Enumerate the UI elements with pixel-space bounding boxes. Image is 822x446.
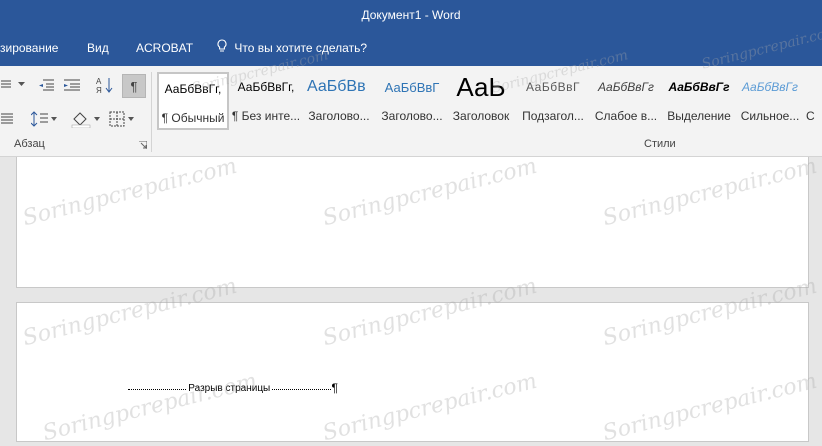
title-bar: Документ1 - Word: [0, 0, 822, 30]
sort-icon[interactable]: AЯ: [94, 74, 116, 96]
style-name: Выделение: [667, 109, 731, 123]
decrease-indent-icon[interactable]: [35, 74, 57, 96]
page-break-marker: Разрыв страницы ¶: [128, 381, 338, 395]
style-sample: АаБбВвГг: [598, 80, 654, 94]
style-sample: АаБбВв: [307, 78, 366, 95]
tab-acrobat[interactable]: ACROBAT: [136, 30, 193, 66]
dropdown-arrow-icon[interactable]: [16, 74, 26, 94]
paragraph-mark: ¶: [331, 381, 338, 395]
page-1[interactable]: [16, 157, 809, 288]
group-divider: [151, 72, 152, 152]
style-heading-1[interactable]: АаБбВв Заголово...: [303, 72, 375, 130]
style-name: Заголово...: [308, 109, 370, 123]
style-name: С: [806, 109, 815, 123]
style-heading-2[interactable]: АаБбВвГ Заголово...: [376, 72, 448, 130]
tell-me-box[interactable]: Что вы хотите сделать?: [216, 30, 367, 67]
style-sample: АаБбВвГ: [526, 80, 580, 94]
svg-text:Я: Я: [96, 86, 102, 94]
show-formatting-marks-button[interactable]: ¶: [122, 74, 146, 98]
line-spacing-partial-icon[interactable]: [0, 74, 14, 94]
style-sample: АаБбВвГг,: [164, 82, 222, 96]
style-sample: АаБбВвГг: [742, 80, 798, 94]
style-name: ¶ Без инте...: [231, 109, 301, 123]
style-name: Подзагол...: [522, 109, 584, 123]
page-2[interactable]: [16, 302, 809, 442]
pilcrow-icon: ¶: [130, 78, 138, 94]
paragraph-group-label: Абзац: [14, 138, 45, 150]
dialog-launcher-icon[interactable]: [138, 140, 148, 150]
style-name: Слабое в...: [594, 109, 658, 123]
svg-text:A: A: [96, 77, 102, 86]
dotted-line: [128, 388, 187, 390]
styles-group-label: Стили: [644, 138, 676, 150]
window-title: Документ1 - Word: [361, 8, 461, 22]
borders-button[interactable]: [108, 108, 136, 130]
increase-indent-icon[interactable]: [61, 74, 83, 96]
style-sample: АаБбВвГ: [384, 80, 440, 95]
style-title[interactable]: АаЬ Заголовок: [449, 72, 513, 130]
tab-review[interactable]: зирование: [0, 30, 58, 66]
style-subtitle[interactable]: АаБбВвГ Подзагол...: [517, 72, 589, 130]
style-emphasis[interactable]: АаБбВвГг Выделение: [663, 72, 735, 130]
dotted-line: [272, 388, 331, 390]
ribbon-tabs: зирование Вид ACROBAT Что вы хотите сдел…: [0, 30, 822, 66]
style-subtle-emphasis[interactable]: АаБбВвГг Слабое в...: [590, 72, 662, 130]
line-spacing-button[interactable]: [30, 108, 58, 130]
style-name: Сильное...: [740, 109, 800, 123]
style-sample: АаБбВвГг,: [237, 80, 295, 94]
style-no-spacing[interactable]: АаБбВвГг, ¶ Без инте...: [230, 72, 302, 130]
style-name: Заголовок: [452, 109, 510, 123]
style-name: ¶ Обычный: [161, 111, 225, 125]
tell-me-placeholder: Что вы хотите сделать?: [234, 41, 367, 55]
style-normal[interactable]: АаБбВвГг, ¶ Обычный: [157, 72, 229, 130]
tab-view[interactable]: Вид: [87, 30, 109, 66]
align-justify-partial-icon[interactable]: [0, 108, 14, 128]
style-sample: АаЬ: [456, 72, 506, 102]
page-break-label: Разрыв страницы: [188, 382, 271, 394]
style-sample: АаБбВвГг: [668, 80, 730, 94]
lightbulb-icon: [216, 31, 228, 67]
style-intense-emphasis[interactable]: АаБбВвГг Сильное...: [736, 72, 804, 130]
ribbon: AЯ ¶ Абзац АаБбВвГг, ¶ Обычный АаБбВвГг,…: [0, 66, 822, 157]
shading-button[interactable]: [70, 108, 102, 130]
style-strong[interactable]: С: [806, 72, 822, 130]
style-name: Заголово...: [381, 109, 443, 123]
